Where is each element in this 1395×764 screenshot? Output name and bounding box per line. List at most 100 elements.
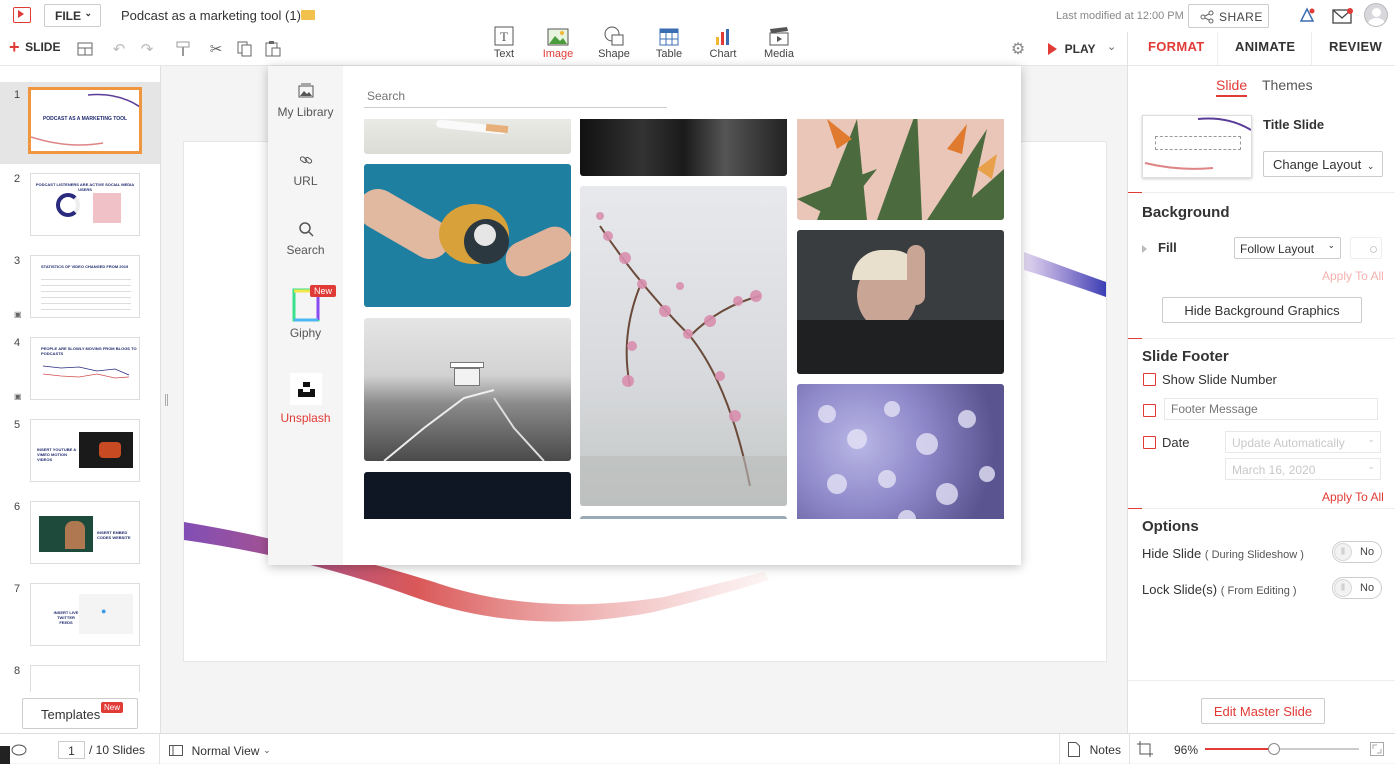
settings-gear-icon[interactable]: ⚙: [1008, 39, 1028, 59]
slide-thumbnail-1[interactable]: 1 PODCAST AS A MARKETING TOOL: [0, 82, 160, 164]
edit-master-slide-button[interactable]: Edit Master Slide: [1201, 698, 1325, 724]
insert-image-button[interactable]: Image: [528, 24, 588, 60]
tab-format[interactable]: FORMAT: [1148, 39, 1204, 54]
slide-thumbnail-panel: 1 PODCAST AS A MARKETING TOOL 2 PODCAST …: [0, 66, 161, 733]
image-result[interactable]: [797, 230, 1004, 374]
subtab-slide[interactable]: Slide: [1216, 77, 1248, 97]
slide-thumbnail-3[interactable]: 3 ▣ STATISTICS OF VIDEO CHANGED FROM 201…: [0, 248, 160, 330]
image-result[interactable]: [797, 384, 1004, 519]
source-my-library[interactable]: My Library: [268, 83, 343, 119]
zoom-level-text: 96%: [1174, 743, 1199, 757]
slide-preview: STATISTICS OF VIDEO CHANGED FROM 2019: [30, 255, 140, 318]
add-slide-button[interactable]: + SLIDE: [9, 38, 60, 59]
slide-number: 8: [14, 665, 21, 677]
change-layout-button[interactable]: Change Layout ⌄: [1263, 151, 1383, 177]
notes-label: Notes: [1089, 742, 1121, 757]
total-slides-text: / 10 Slides: [89, 743, 146, 757]
background-apply-all[interactable]: Apply To All: [1322, 269, 1384, 283]
date-mode-value: Update Automatically: [1232, 436, 1345, 450]
insert-image-label: Image: [542, 48, 574, 60]
file-menu-button[interactable]: FILE ⌄: [44, 4, 101, 27]
image-result[interactable]: [580, 186, 787, 506]
mail-icon[interactable]: [1332, 8, 1354, 26]
slide-thumbnail-6[interactable]: 6 INSERT EMBED CODES WEBSITE: [0, 494, 160, 576]
tab-animate[interactable]: ANIMATE: [1235, 39, 1295, 54]
footer-message-checkbox[interactable]: [1143, 404, 1156, 417]
redo-icon[interactable]: ↷: [137, 39, 157, 59]
subtab-themes[interactable]: Themes: [1262, 77, 1313, 93]
date-value-select[interactable]: March 16, 2020 ⌄: [1225, 458, 1381, 480]
format-painter-icon[interactable]: [173, 39, 193, 59]
slide-number: 6: [14, 501, 21, 513]
paste-icon[interactable]: [263, 39, 283, 59]
slide-number: 5: [14, 419, 21, 431]
image-result[interactable]: [797, 119, 1004, 220]
share-button[interactable]: SHARE: [1188, 4, 1269, 28]
zoom-slider-handle[interactable]: [1268, 743, 1281, 755]
zoom-slider-fill: [1205, 748, 1275, 750]
copy-icon[interactable]: [235, 39, 255, 59]
image-source-sidebar: My Library URL Search New Giphy Unsplash: [268, 66, 343, 565]
slide-thumbnail-8[interactable]: 8: [0, 658, 160, 692]
layout-thumbnail[interactable]: [1142, 115, 1252, 178]
undo-icon[interactable]: ↶: [109, 39, 129, 59]
source-giphy[interactable]: New Giphy: [268, 285, 343, 340]
slide-thumbnail-5[interactable]: 5 INSERT YOUTUBE & VIMEO MOTION VIDEOS: [0, 412, 160, 494]
hide-slide-toggle[interactable]: || No: [1332, 541, 1382, 563]
slide-number: 1: [14, 89, 21, 101]
chevron-down-icon: ⌄: [1367, 434, 1375, 444]
insert-media-button[interactable]: Media: [749, 24, 809, 60]
current-slide-input[interactable]: 1: [58, 741, 85, 759]
image-result[interactable]: [364, 164, 571, 307]
lock-slide-toggle[interactable]: || No: [1332, 577, 1382, 599]
notification-bell-icon[interactable]: [1297, 6, 1317, 26]
insert-text-button[interactable]: T Text: [474, 24, 534, 60]
templates-button[interactable]: Templates New: [22, 698, 138, 729]
insert-table-button[interactable]: Table: [639, 24, 699, 60]
fullscreen-icon[interactable]: [1370, 742, 1384, 756]
user-avatar[interactable]: [1364, 3, 1388, 27]
footer-apply-all[interactable]: Apply To All: [1322, 490, 1384, 504]
view-mode-dropdown[interactable]: Normal View ⌄: [169, 742, 271, 758]
image-result[interactable]: [580, 516, 787, 519]
folder-icon[interactable]: [301, 10, 315, 20]
date-checkbox[interactable]: [1143, 436, 1156, 449]
document-title[interactable]: Podcast as a marketing tool (1): [121, 8, 301, 23]
source-url[interactable]: URL: [268, 152, 343, 188]
image-result[interactable]: [364, 119, 571, 154]
share-label: SHARE: [1219, 10, 1263, 24]
chat-icon[interactable]: [0, 742, 28, 764]
show-slide-number-checkbox[interactable]: [1143, 373, 1156, 386]
play-button[interactable]: PLAY: [1048, 40, 1096, 58]
source-search[interactable]: Search: [268, 221, 343, 257]
app-logo-icon[interactable]: [13, 7, 31, 23]
slide-thumbnail-2[interactable]: 2 PODCAST LISTENERS ARE ACTIVE SOCIAL ME…: [0, 166, 160, 248]
image-search-input[interactable]: [364, 85, 667, 108]
zoom-slider[interactable]: [1205, 743, 1359, 755]
image-result[interactable]: [364, 472, 571, 519]
layout-icon[interactable]: [75, 39, 95, 59]
source-unsplash[interactable]: Unsplash: [268, 373, 343, 425]
expand-arrow-icon[interactable]: [1142, 245, 1147, 253]
tab-review[interactable]: REVIEW: [1329, 39, 1382, 54]
fill-color-swatch[interactable]: [1350, 237, 1382, 259]
notes-button[interactable]: Notes: [1068, 741, 1121, 758]
slide-thumbnail-7[interactable]: 7 INSERT LIVE TWITTER FEEDS ●: [0, 576, 160, 658]
insert-table-label: Table: [655, 48, 683, 60]
image-results-grid: [364, 119, 1004, 519]
fit-slide-icon[interactable]: [1137, 741, 1153, 757]
hide-background-graphics-button[interactable]: Hide Background Graphics: [1162, 297, 1362, 323]
panel-resize-handle[interactable]: [165, 394, 168, 406]
play-options-chevron-icon[interactable]: ⌄: [1107, 40, 1116, 53]
change-layout-label: Change Layout: [1273, 157, 1362, 172]
slide-thumbnail-4[interactable]: 4 ▣ PEOPLE ARE SLOWLY MOVING FROM BLOGS …: [0, 330, 160, 412]
date-mode-select[interactable]: Update Automatically ⌄: [1225, 431, 1381, 453]
insert-chart-button[interactable]: Chart: [693, 24, 753, 60]
footer-message-field[interactable]: [1164, 398, 1378, 420]
image-result[interactable]: [580, 119, 787, 176]
cut-icon[interactable]: ✂: [206, 39, 226, 59]
image-result[interactable]: [364, 318, 571, 461]
fill-select[interactable]: Follow Layout ⌄: [1234, 237, 1341, 259]
insert-shape-button[interactable]: Shape: [584, 24, 644, 60]
lock-slide-toggle-value: No: [1360, 582, 1375, 594]
